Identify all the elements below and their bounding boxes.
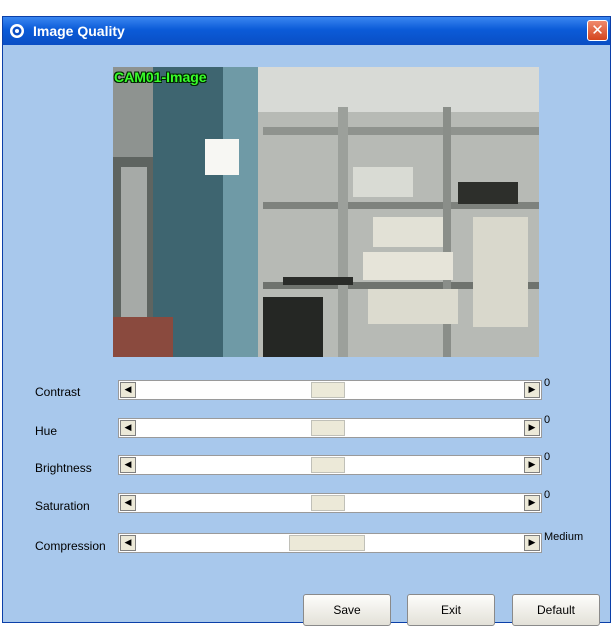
hue-right-arrow[interactable]: ▶ [524,420,540,436]
title-bar[interactable]: Image Quality ✕ [3,17,610,45]
hue-slider[interactable]: ◀ ▶ [118,418,542,438]
right-arrow-icon: ▶ [528,385,536,395]
left-arrow-icon: ◀ [124,498,132,508]
right-arrow-icon: ▶ [528,498,536,508]
close-icon: ✕ [591,21,604,39]
contrast-slider[interactable]: ◀ ▶ [118,380,542,400]
compression-left-arrow[interactable]: ◀ [120,535,136,551]
contrast-left-arrow[interactable]: ◀ [120,382,136,398]
left-arrow-icon: ◀ [124,538,132,548]
contrast-thumb[interactable] [311,382,345,398]
camera-preview: CAM01-Image [113,67,539,357]
saturation-label: Saturation [35,499,90,513]
saturation-slider[interactable]: ◀ ▶ [118,493,542,513]
camera-label: CAM01-Image [114,69,207,85]
hue-label: Hue [35,424,58,438]
contrast-right-arrow[interactable]: ▶ [524,382,540,398]
left-arrow-icon: ◀ [124,423,132,433]
contrast-label: Contrast [35,385,81,399]
right-arrow-icon: ▶ [528,460,536,470]
hue-value: 0 [544,414,551,426]
default-button[interactable]: Default [512,594,600,626]
brightness-slider[interactable]: ◀ ▶ [118,455,542,475]
compression-label: Compression [35,539,106,553]
compression-value: Medium [544,531,584,543]
compression-right-arrow[interactable]: ▶ [524,535,540,551]
close-button[interactable]: ✕ [587,20,608,41]
exit-button[interactable]: Exit [407,594,495,626]
app-icon [10,24,24,38]
right-arrow-icon: ▶ [528,538,536,548]
brightness-label: Brightness [35,461,92,475]
compression-slider[interactable]: ◀ ▶ [118,533,542,553]
hue-thumb[interactable] [311,420,345,436]
window-title: Image Quality [33,23,125,39]
left-arrow-icon: ◀ [124,460,132,470]
camera-image [113,67,539,357]
brightness-left-arrow[interactable]: ◀ [120,457,136,473]
right-arrow-icon: ▶ [528,423,536,433]
brightness-value: 0 [544,451,551,463]
brightness-thumb[interactable] [311,457,345,473]
image-quality-window: Image Quality ✕ CAM01-Image Contrast ◀ ▶… [2,16,611,626]
save-button[interactable]: Save [303,594,391,626]
saturation-right-arrow[interactable]: ▶ [524,495,540,511]
contrast-value: 0 [544,377,551,389]
compression-thumb[interactable] [289,535,365,551]
brightness-right-arrow[interactable]: ▶ [524,457,540,473]
saturation-thumb[interactable] [311,495,345,511]
left-arrow-icon: ◀ [124,385,132,395]
saturation-left-arrow[interactable]: ◀ [120,495,136,511]
saturation-value: 0 [544,489,551,501]
hue-left-arrow[interactable]: ◀ [120,420,136,436]
